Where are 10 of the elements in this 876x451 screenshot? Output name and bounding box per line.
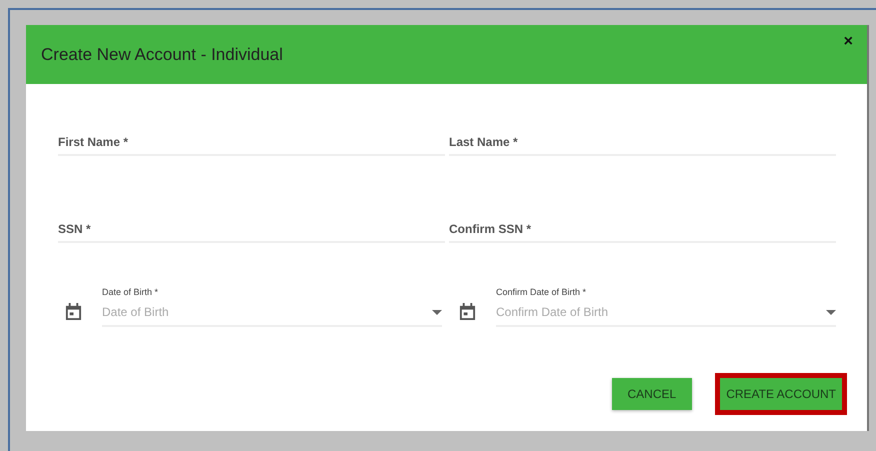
action-button[interactable]: CREATE ACCOUNT (720, 378, 842, 410)
calendar-icon[interactable] (459, 302, 476, 321)
dialog-title: Create New Account - Individual (41, 44, 283, 64)
caret-icon (432, 310, 442, 314)
field-label: Confirm Date of Birth * (496, 287, 588, 297)
calendar-icon[interactable] (65, 302, 82, 321)
close-button[interactable]: × (844, 33, 853, 51)
field-label: Date of Birth * (102, 287, 160, 297)
caret-icon (826, 310, 836, 314)
action-button[interactable]: CANCEL (612, 378, 692, 410)
